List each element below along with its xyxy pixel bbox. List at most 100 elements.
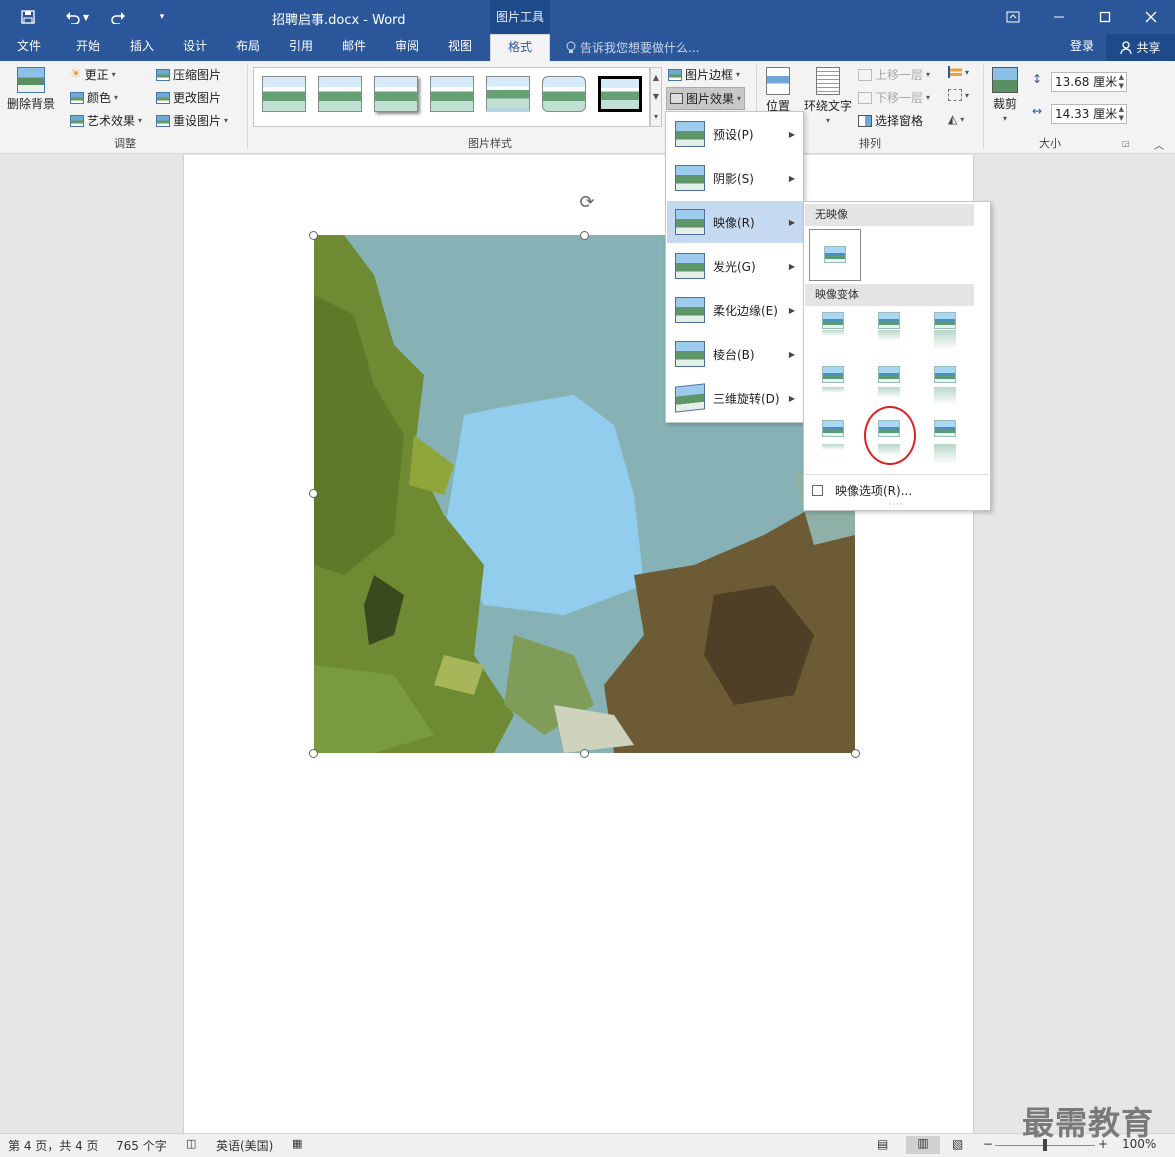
tab-home[interactable]: 开始: [76, 34, 100, 61]
chevron-down-icon[interactable]: ▼: [653, 92, 659, 101]
save-icon[interactable]: [18, 7, 38, 27]
gallery-scroll[interactable]: ▲ ▼ ▾: [650, 67, 662, 127]
style-thumb[interactable]: [486, 76, 530, 112]
customize-toolbar-icon[interactable]: ▾: [154, 7, 170, 27]
menu-item-preset[interactable]: 预设(P) ▶: [667, 113, 804, 155]
style-thumb[interactable]: [598, 76, 642, 112]
reflection-variant[interactable]: [870, 310, 910, 354]
width-icon: ↔: [1032, 104, 1043, 118]
resize-handle-top[interactable]: [580, 231, 589, 240]
remove-background-button[interactable]: 删除背景: [6, 67, 56, 112]
picture-styles-gallery[interactable]: [253, 67, 650, 127]
login-link[interactable]: 登录: [1070, 34, 1094, 58]
picture-border-label: 图片边框: [685, 68, 734, 82]
tab-mailings[interactable]: 邮件: [342, 34, 366, 61]
no-reflection-option[interactable]: [809, 229, 861, 281]
reflection-variant[interactable]: [926, 364, 966, 408]
menu-item-soft-edges[interactable]: 柔化边缘(E) ▶: [667, 289, 804, 331]
resize-handle-bottom-right[interactable]: [851, 749, 860, 758]
wrap-text-label: 环绕文字: [804, 99, 853, 113]
language[interactable]: 英语(美国): [216, 1137, 273, 1154]
redo-icon[interactable]: [108, 7, 128, 27]
style-thumb[interactable]: [262, 76, 306, 112]
zoom-out-icon[interactable]: −: [983, 1137, 993, 1151]
size-dialog-launcher-icon[interactable]: ◲: [1122, 139, 1130, 148]
close-icon[interactable]: [1128, 0, 1174, 34]
read-mode-icon[interactable]: ▤: [877, 1137, 888, 1151]
chevron-up-icon[interactable]: ▲: [653, 73, 659, 82]
artistic-effects-button[interactable]: 艺术效果 ▾: [70, 112, 142, 129]
tab-view[interactable]: 视图: [448, 34, 472, 61]
minimize-icon[interactable]: [1036, 0, 1082, 34]
resize-handle-bottom-left[interactable]: [309, 749, 318, 758]
collapse-ribbon-icon[interactable]: ︿: [1154, 137, 1164, 152]
tab-review[interactable]: 审阅: [395, 34, 419, 61]
width-input[interactable]: 14.33 厘米 ▲ ▼: [1051, 104, 1127, 124]
rotate-handle-icon[interactable]: ⟳: [576, 192, 598, 214]
print-layout-icon[interactable]: ▥: [906, 1136, 940, 1154]
resize-handle-left[interactable]: [309, 489, 318, 498]
reflection-variant[interactable]: [870, 364, 910, 408]
reflection-variant[interactable]: [926, 418, 966, 466]
reset-picture-button[interactable]: 重设图片 ▾: [156, 112, 228, 129]
rotate-button[interactable]: ◭ ▾: [948, 112, 964, 126]
corrections-button[interactable]: ☀ 更正 ▾: [70, 66, 116, 83]
selection-pane-button[interactable]: 选择窗格: [858, 112, 923, 129]
resize-grip-icon[interactable]: ····: [888, 500, 903, 510]
picture-border-button[interactable]: 图片边框 ▾: [668, 66, 740, 83]
bring-forward-button[interactable]: 上移一层 ▾: [858, 66, 930, 83]
align-button[interactable]: ▾: [948, 66, 969, 78]
menu-item-shadow[interactable]: 阴影(S) ▶: [667, 157, 804, 199]
style-thumb[interactable]: [430, 76, 474, 112]
style-thumb[interactable]: [374, 76, 418, 112]
width-spinner[interactable]: ▲ ▼: [1119, 105, 1124, 123]
tab-design[interactable]: 设计: [183, 34, 207, 61]
resize-handle-bottom[interactable]: [580, 749, 589, 758]
wrap-text-button[interactable]: 环绕文字 ▾: [804, 67, 852, 125]
share-button[interactable]: 共享: [1106, 34, 1175, 61]
macro-icon[interactable]: ▦: [292, 1137, 302, 1150]
rotate-icon: ◭: [948, 112, 958, 126]
send-backward-button[interactable]: 下移一层 ▾: [858, 89, 930, 106]
reflection-variant[interactable]: [814, 364, 854, 408]
menu-item-reflection[interactable]: 映像(R) ▶: [667, 201, 804, 243]
height-input[interactable]: 13.68 厘米 ▲ ▼: [1051, 72, 1127, 92]
color-button[interactable]: 颜色 ▾: [70, 89, 118, 106]
height-spinner[interactable]: ▲ ▼: [1119, 73, 1124, 91]
picture-effects-button[interactable]: 图片效果 ▾: [666, 87, 746, 110]
position-button[interactable]: 位置: [766, 67, 790, 114]
word-count[interactable]: 765 个字: [116, 1137, 167, 1154]
reflection-options-item[interactable]: 映像选项(R)...: [812, 482, 912, 499]
tab-format[interactable]: 格式: [490, 34, 550, 61]
crop-button[interactable]: 裁剪 ▾: [992, 67, 1018, 123]
undo-icon[interactable]: ▼: [60, 7, 94, 27]
reflection-variant[interactable]: [814, 310, 854, 354]
reflection-variant[interactable]: [926, 310, 966, 354]
page-count[interactable]: 第 4 页，共 4 页: [8, 1137, 99, 1154]
reflection-shade: [878, 387, 900, 398]
web-layout-icon[interactable]: ▧: [952, 1137, 963, 1151]
thumbnail: [878, 366, 900, 383]
tab-layout[interactable]: 布局: [236, 34, 260, 61]
resize-handle-top-left[interactable]: [309, 231, 318, 240]
reflection-options-label: 映像选项(R)...: [835, 484, 913, 498]
maximize-icon[interactable]: [1082, 0, 1128, 34]
proofing-icon[interactable]: ◫: [186, 1137, 196, 1150]
change-picture-button[interactable]: 更改图片: [156, 89, 221, 106]
ribbon-display-options-icon[interactable]: [990, 0, 1036, 34]
style-thumb[interactable]: [542, 76, 586, 112]
menu-item-glow[interactable]: 发光(G) ▶: [667, 245, 804, 287]
style-thumb[interactable]: [318, 76, 362, 112]
tab-file[interactable]: 文件: [17, 34, 41, 61]
tab-insert[interactable]: 插入: [130, 34, 154, 61]
reflection-variant[interactable]: [814, 418, 854, 466]
menu-item-3d-rotation[interactable]: 三维旋转(D) ▶: [667, 377, 804, 419]
tab-references[interactable]: 引用: [289, 34, 313, 61]
menu-item-bevel[interactable]: 棱台(B) ▶: [667, 333, 804, 375]
compress-pictures-button[interactable]: 压缩图片: [156, 66, 221, 83]
chevron-down-icon: ▾: [1002, 114, 1007, 123]
tell-me-search[interactable]: 告诉我您想要做什么...: [566, 34, 699, 61]
group-button[interactable]: ▾: [948, 89, 969, 101]
share-label: 共享: [1136, 41, 1161, 55]
more-icon[interactable]: ▾: [654, 112, 658, 121]
